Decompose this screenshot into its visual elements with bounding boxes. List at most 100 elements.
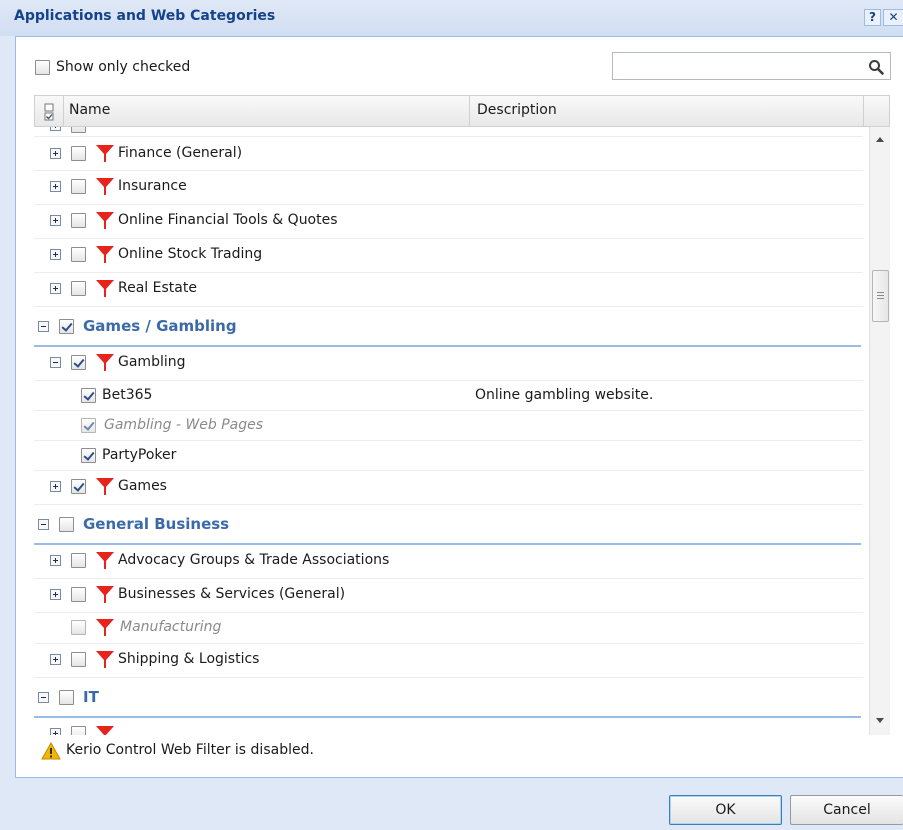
row-checkbox[interactable]: [71, 620, 86, 635]
expand-toggle[interactable]: [50, 283, 61, 294]
group-name: IT: [83, 688, 99, 706]
table-row[interactable]: Games: [34, 471, 869, 504]
group-checkbox[interactable]: [59, 319, 74, 334]
row-checkbox[interactable]: [71, 479, 86, 494]
row-checkbox[interactable]: [71, 247, 86, 262]
table-row[interactable]: Manufacturing: [34, 613, 869, 643]
dialog-body: Show only checked Name Description Finan…: [15, 36, 903, 778]
grid-scrollbar[interactable]: [869, 127, 890, 735]
group-checkbox[interactable]: [59, 517, 74, 532]
scroll-down-arrow-icon[interactable]: [875, 717, 885, 725]
row-checkbox[interactable]: [71, 726, 86, 735]
expand-toggle[interactable]: [50, 127, 61, 131]
expand-toggle[interactable]: [50, 215, 61, 226]
filter-funnel-icon: [96, 586, 114, 603]
scrollbar-thumb[interactable]: [872, 270, 889, 322]
row-checkbox[interactable]: [71, 553, 86, 568]
row-name: Real Estate: [118, 280, 197, 296]
table-row[interactable]: Advocacy Groups & Trade Associations: [34, 545, 869, 578]
collapse-toggle[interactable]: [38, 519, 49, 530]
row-checkbox[interactable]: [71, 127, 86, 133]
table-row[interactable]: Businesses & Services (General): [34, 579, 869, 612]
group-header-it[interactable]: IT: [34, 678, 869, 716]
row-checkbox[interactable]: [71, 355, 86, 370]
collapse-toggle[interactable]: [38, 692, 49, 703]
row-name: Businesses & Services (General): [118, 586, 346, 602]
filter-funnel-icon: [96, 246, 114, 263]
row-checkbox[interactable]: [71, 146, 86, 161]
row-checkbox[interactable]: [81, 388, 96, 403]
row-name: Games: [118, 478, 167, 494]
filter-funnel-icon: [96, 651, 114, 668]
table-row[interactable]: Insurance: [34, 171, 869, 204]
table-row[interactable]: Real Estate: [34, 273, 869, 306]
row-description: Online gambling website.: [475, 387, 654, 403]
table-row[interactable]: Bet365 Online gambling website.: [34, 381, 869, 410]
table-row[interactable]: PartyPoker: [34, 441, 869, 470]
ok-button[interactable]: OK: [669, 795, 782, 825]
row-checkbox[interactable]: [71, 213, 86, 228]
scroll-up-arrow-icon[interactable]: [875, 135, 885, 143]
filter-funnel-icon: [96, 280, 114, 297]
group-name: Games / Gambling: [83, 317, 237, 335]
filter-funnel-icon: [96, 726, 114, 735]
filter-funnel-icon: [96, 145, 114, 162]
show-only-checked-checkbox[interactable]: [35, 60, 50, 75]
group-header-general-business[interactable]: General Business: [34, 505, 869, 543]
table-row[interactable]: Shipping & Logistics: [34, 644, 869, 677]
group-header-games-gambling[interactable]: Games / Gambling: [34, 307, 869, 345]
web-filter-disabled-warning: Kerio Control Web Filter is disabled.: [66, 742, 314, 758]
table-row[interactable]: Online Stock Trading: [34, 239, 869, 272]
row-name: Gambling: [118, 354, 186, 370]
dialog-title: Applications and Web Categories: [14, 8, 276, 24]
row-checkbox[interactable]: [81, 448, 96, 463]
row-name: Bet365: [102, 387, 153, 403]
grid-body: Finance (General) Insurance Online Finan…: [34, 127, 869, 735]
filter-funnel-icon: [96, 478, 114, 495]
applications-web-categories-dialog: Applications and Web Categories ? ✕ Show…: [0, 0, 903, 830]
row-checkbox[interactable]: [71, 652, 86, 667]
search-input[interactable]: [612, 52, 891, 80]
row-name: Gambling - Web Pages: [104, 417, 264, 433]
expand-toggle[interactable]: [50, 481, 61, 492]
expand-toggle[interactable]: [50, 148, 61, 159]
warning-icon: [41, 742, 61, 760]
show-only-checked-label: Show only checked: [56, 59, 191, 75]
expand-toggle[interactable]: [50, 654, 61, 665]
cancel-button[interactable]: Cancel: [790, 795, 903, 825]
expand-toggle[interactable]: [50, 728, 61, 735]
row-name: Finance (General): [118, 145, 243, 161]
column-header-name[interactable]: Name: [69, 102, 110, 118]
collapse-toggle[interactable]: [38, 321, 49, 332]
row-checkbox[interactable]: [71, 179, 86, 194]
close-button[interactable]: ✕: [883, 9, 903, 26]
title-bar: Applications and Web Categories ? ✕: [0, 0, 903, 36]
filter-funnel-icon: [96, 619, 114, 636]
row-name: Online Stock Trading: [118, 246, 263, 262]
column-header-description[interactable]: Description: [477, 102, 557, 118]
table-row[interactable]: Finance (General): [34, 137, 869, 170]
filter-funnel-icon: [96, 212, 114, 229]
help-button[interactable]: ?: [864, 9, 881, 26]
group-checkbox[interactable]: [59, 690, 74, 705]
filter-funnel-icon: [96, 178, 114, 195]
table-row[interactable]: Online Financial Tools & Quotes: [34, 205, 869, 238]
expand-toggle[interactable]: [50, 589, 61, 600]
collapse-toggle[interactable]: [50, 357, 61, 368]
check-all-icon[interactable]: [43, 103, 55, 121]
filter-funnel-icon: [96, 552, 114, 569]
row-name: Shipping & Logistics: [118, 651, 260, 667]
row-checkbox[interactable]: [71, 587, 86, 602]
expand-toggle[interactable]: [50, 249, 61, 260]
expand-toggle[interactable]: [50, 181, 61, 192]
row-name: PartyPoker: [102, 447, 177, 463]
group-name: General Business: [83, 515, 230, 533]
expand-toggle[interactable]: [50, 555, 61, 566]
table-row[interactable]: Gambling - Web Pages: [34, 411, 869, 440]
row-name: Manufacturing: [120, 619, 222, 635]
row-checkbox[interactable]: [81, 418, 96, 433]
row-checkbox[interactable]: [71, 281, 86, 296]
search-icon[interactable]: [868, 59, 884, 75]
grid-header: Name Description: [34, 95, 890, 127]
table-row[interactable]: Gambling: [34, 347, 869, 380]
